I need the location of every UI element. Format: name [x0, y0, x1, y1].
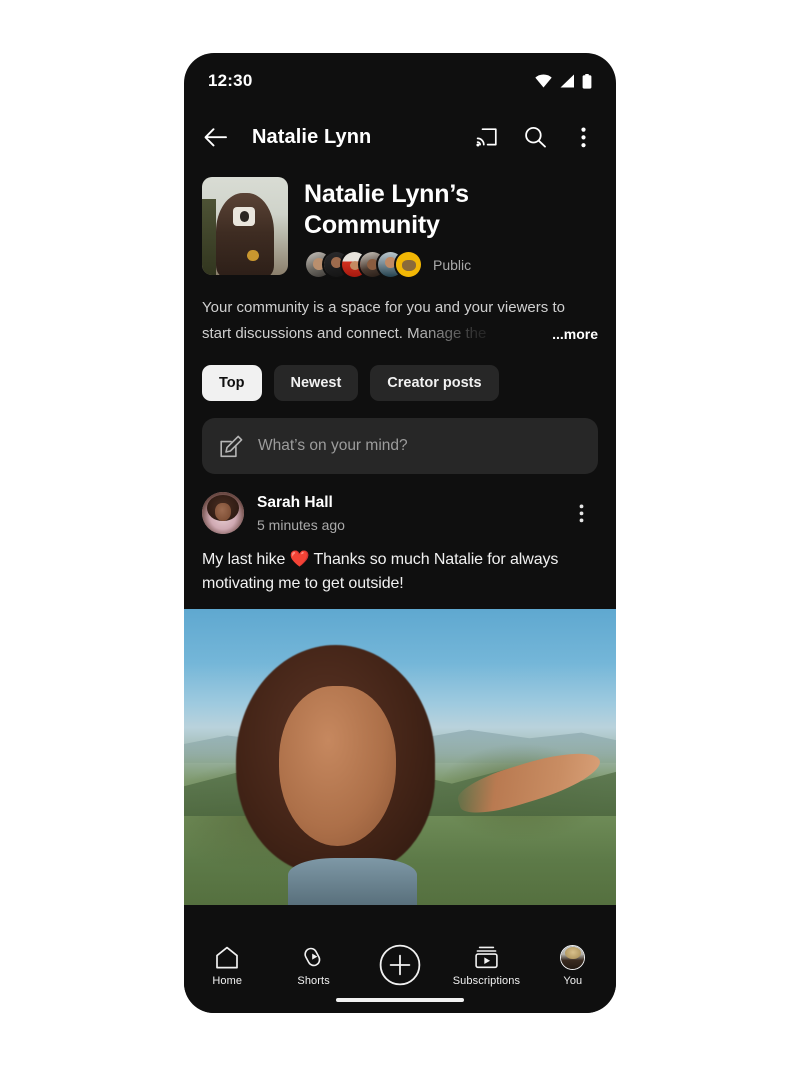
account-avatar-icon: [560, 944, 586, 970]
post-composer[interactable]: What’s on your mind?: [202, 418, 598, 474]
nav-label-home: Home: [212, 975, 243, 987]
phone-frame: 12:30 Natalie Lynn Natalie Lynn’s Commun…: [184, 53, 616, 1013]
community-info: Natalie Lynn’s Community Public: [304, 177, 598, 279]
overflow-menu-icon: [580, 127, 586, 147]
shorts-icon: [303, 947, 320, 967]
heart-emoji: ❤️: [289, 551, 310, 568]
home-icon-wrap: [215, 944, 239, 970]
account-avatar-image: [561, 945, 585, 969]
create-plus-icon: [379, 944, 421, 986]
thumb-foliage: [202, 198, 216, 275]
search-button[interactable]: [518, 120, 552, 154]
compose-pencil-icon: [220, 435, 243, 457]
status-bar-icons: [535, 73, 592, 89]
nav-item-create[interactable]: [357, 944, 443, 991]
community-thumbnail-image: [202, 177, 288, 275]
app-bar-title: Natalie Lynn: [252, 125, 372, 148]
home-icon: [216, 946, 239, 968]
status-bar: 12:30: [184, 53, 616, 109]
search-icon: [525, 126, 546, 148]
back-arrow-icon: [204, 127, 227, 146]
post-overflow-button[interactable]: [564, 496, 598, 530]
post-media-image[interactable]: [184, 609, 616, 905]
nav-item-home[interactable]: Home: [184, 944, 270, 987]
overflow-menu-icon: [579, 504, 583, 522]
back-button[interactable]: [198, 120, 232, 154]
filter-chip-bar: Top Newest Creator posts: [184, 347, 616, 401]
show-more-link[interactable]: ...more: [542, 326, 598, 342]
wifi-icon: [535, 74, 552, 88]
post-text-part-1: My last hike: [202, 551, 290, 568]
community-description[interactable]: Your community is a space for you and yo…: [202, 295, 598, 347]
account-avatar-hair: [565, 946, 581, 959]
thumb-camera: [232, 207, 256, 226]
post-author-block: Sarah Hall 5 minutes ago: [257, 493, 551, 534]
shorts-icon-wrap: [302, 944, 326, 970]
community-meta: Public: [304, 250, 598, 279]
community-privacy-label: Public: [433, 256, 472, 273]
post-author-name[interactable]: Sarah Hall: [257, 493, 551, 513]
chip-creator-posts[interactable]: Creator posts: [370, 365, 499, 401]
member-avatar: [394, 250, 423, 279]
app-bar-actions: [470, 120, 600, 154]
thumb-logo: [246, 249, 259, 262]
cellular-signal-icon: [560, 74, 574, 88]
nav-item-you[interactable]: You: [530, 944, 616, 987]
post-text: My last hike ❤️ Thanks so much Natalie f…: [202, 548, 598, 596]
community-post: Sarah Hall 5 minutes ago My last hike ❤️…: [184, 474, 616, 905]
post-author-avatar-image: [202, 492, 244, 534]
post-author-avatar[interactable]: [202, 492, 244, 534]
photo-subject-face: [279, 685, 396, 846]
create-icon-wrap: [379, 944, 421, 986]
thumb-person: [215, 192, 275, 275]
member-avatar-stack[interactable]: [304, 250, 423, 279]
nav-label-subscriptions: Subscriptions: [452, 975, 521, 987]
community-title: Natalie Lynn’s Community: [304, 180, 469, 239]
app-bar: Natalie Lynn: [184, 109, 616, 165]
post-header: Sarah Hall 5 minutes ago: [202, 492, 598, 534]
post-timestamp: 5 minutes ago: [257, 516, 345, 533]
nav-item-subscriptions[interactable]: Subscriptions: [443, 944, 529, 987]
home-indicator: [336, 998, 464, 1002]
cast-icon: [476, 128, 497, 147]
nav-item-shorts[interactable]: Shorts: [270, 944, 356, 987]
subscriptions-icon-wrap: [474, 944, 499, 970]
chip-newest[interactable]: Newest: [273, 365, 359, 401]
subscriptions-icon: [475, 946, 498, 968]
description-fade-overlay: ...more: [408, 321, 598, 347]
cast-button[interactable]: [470, 120, 504, 154]
account-icon-wrap: [560, 944, 586, 970]
nav-label-you: You: [563, 975, 583, 987]
screenshot-canvas: 12:30 Natalie Lynn Natalie Lynn’s Commun…: [0, 0, 800, 1066]
community-thumbnail[interactable]: [202, 177, 288, 275]
nav-label-shorts: Shorts: [297, 975, 330, 987]
photo-subject-top: [287, 857, 418, 905]
battery-icon: [582, 73, 592, 89]
status-bar-clock: 12:30: [208, 71, 253, 90]
overflow-menu-button[interactable]: [566, 120, 600, 154]
community-header: Natalie Lynn’s Community Public: [184, 165, 616, 279]
chip-top[interactable]: Top: [202, 365, 262, 401]
post-photo: [184, 609, 616, 905]
composer-placeholder: What’s on your mind?: [258, 437, 408, 454]
